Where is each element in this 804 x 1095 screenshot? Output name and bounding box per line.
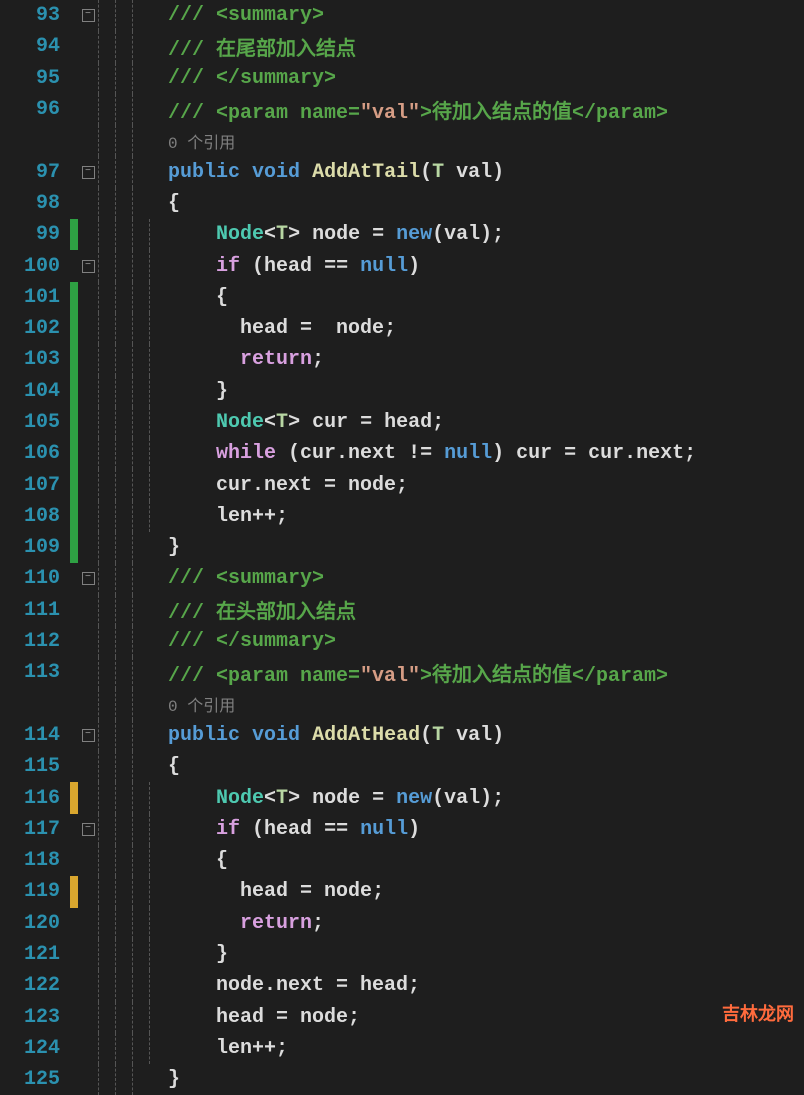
code-line[interactable]: 107 cur.next = node; — [0, 469, 804, 500]
code-line[interactable]: 98 { — [0, 188, 804, 219]
line-number: 109 — [0, 536, 70, 559]
code-line[interactable]: 111 /// 在头部加入结点 — [0, 595, 804, 626]
line-number: 118 — [0, 849, 70, 872]
change-marker — [70, 469, 78, 500]
code-line[interactable]: 125 } — [0, 1064, 804, 1095]
code-line[interactable]: 102 head = node; — [0, 313, 804, 344]
line-number: 115 — [0, 755, 70, 778]
fold-toggle[interactable]: − — [78, 729, 98, 742]
change-marker — [70, 344, 78, 375]
code-line[interactable]: 121 } — [0, 939, 804, 970]
line-number: 102 — [0, 317, 70, 340]
line-number: 121 — [0, 943, 70, 966]
codelens-references[interactable]: 0 个引用 — [168, 692, 804, 716]
codelens-line[interactable]: 0 个引用 — [0, 125, 804, 156]
line-number: 114 — [0, 724, 70, 747]
fold-toggle[interactable]: − — [78, 9, 98, 22]
code-line[interactable]: 101 { — [0, 282, 804, 313]
code-line[interactable]: 106 while (cur.next != null) cur = cur.n… — [0, 438, 804, 469]
change-marker — [70, 313, 78, 344]
watermark-text: 吉林龙网 — [722, 1000, 794, 1026]
line-number: 113 — [0, 661, 70, 684]
line-number: 104 — [0, 380, 70, 403]
code-line[interactable]: 115 { — [0, 751, 804, 782]
line-number: 112 — [0, 630, 70, 653]
line-number: 119 — [0, 880, 70, 903]
change-marker — [70, 376, 78, 407]
line-number: 100 — [0, 255, 70, 278]
fold-toggle[interactable]: − — [78, 823, 98, 836]
line-number: 111 — [0, 599, 70, 622]
fold-toggle[interactable]: − — [78, 166, 98, 179]
change-marker — [70, 501, 78, 532]
code-line[interactable]: 108 len++; — [0, 501, 804, 532]
line-number: 105 — [0, 411, 70, 434]
line-number: 97 — [0, 161, 70, 184]
line-number: 93 — [0, 4, 70, 27]
line-number: 108 — [0, 505, 70, 528]
code-line[interactable]: 114 − public void AddAtHead(T val) — [0, 720, 804, 751]
fold-toggle[interactable]: − — [78, 260, 98, 273]
code-line[interactable]: 104 } — [0, 376, 804, 407]
code-line[interactable]: 103 return; — [0, 344, 804, 375]
code-line[interactable]: 116 Node<T> node = new(val); — [0, 782, 804, 813]
line-number: 116 — [0, 787, 70, 810]
line-number: 122 — [0, 974, 70, 997]
code-line[interactable]: 94 /// 在尾部加入结点 — [0, 31, 804, 62]
code-line[interactable]: 120 return; — [0, 908, 804, 939]
line-number: 110 — [0, 567, 70, 590]
change-marker — [70, 532, 78, 563]
line-number: 123 — [0, 1006, 70, 1029]
fold-toggle[interactable]: − — [78, 572, 98, 585]
change-marker — [70, 407, 78, 438]
line-number: 99 — [0, 223, 70, 246]
line-number: 94 — [0, 35, 70, 58]
code-line[interactable]: 118 { — [0, 845, 804, 876]
line-number: 101 — [0, 286, 70, 309]
change-marker — [70, 219, 78, 250]
code-line[interactable]: 119 head = node; — [0, 876, 804, 907]
line-number: 125 — [0, 1068, 70, 1091]
code-line[interactable]: 100 − if (head == null) — [0, 250, 804, 281]
code-line[interactable]: 112 /// </summary> — [0, 626, 804, 657]
code-line[interactable]: 95 /// </summary> — [0, 63, 804, 94]
line-number: 95 — [0, 67, 70, 90]
line-number: 98 — [0, 192, 70, 215]
code-line[interactable]: 99 Node<T> node = new(val); — [0, 219, 804, 250]
line-number: 103 — [0, 348, 70, 371]
code-line[interactable]: 109 } — [0, 532, 804, 563]
line-number: 106 — [0, 442, 70, 465]
line-number: 120 — [0, 912, 70, 935]
codelens-line[interactable]: 0 个引用 — [0, 689, 804, 720]
code-line[interactable]: 96 /// <param name="val">待加入结点的值</param> — [0, 94, 804, 125]
code-line[interactable]: 97 − public void AddAtTail(T val) — [0, 156, 804, 187]
line-number: 117 — [0, 818, 70, 841]
code-line[interactable]: 122 node.next = head; — [0, 970, 804, 1001]
line-number: 124 — [0, 1037, 70, 1060]
code-line[interactable]: 105 Node<T> cur = head; — [0, 407, 804, 438]
change-marker — [70, 876, 78, 907]
code-line[interactable]: 113 /// <param name="val">待加入结点的值</param… — [0, 657, 804, 688]
line-number: 96 — [0, 98, 70, 121]
line-number: 107 — [0, 474, 70, 497]
code-line[interactable]: 123 head = node; — [0, 1002, 804, 1033]
code-line[interactable]: 93 − /// <summary> — [0, 0, 804, 31]
change-marker — [70, 282, 78, 313]
code-line[interactable]: 110 − /// <summary> — [0, 563, 804, 594]
code-editor[interactable]: 93 − /// <summary> 94 /// 在尾部加入结点 95 ///… — [0, 0, 804, 1095]
code-line[interactable]: 117 − if (head == null) — [0, 814, 804, 845]
change-marker — [70, 782, 78, 813]
code-line[interactable]: 124 len++; — [0, 1033, 804, 1064]
change-marker — [70, 438, 78, 469]
codelens-references[interactable]: 0 个引用 — [168, 129, 804, 153]
